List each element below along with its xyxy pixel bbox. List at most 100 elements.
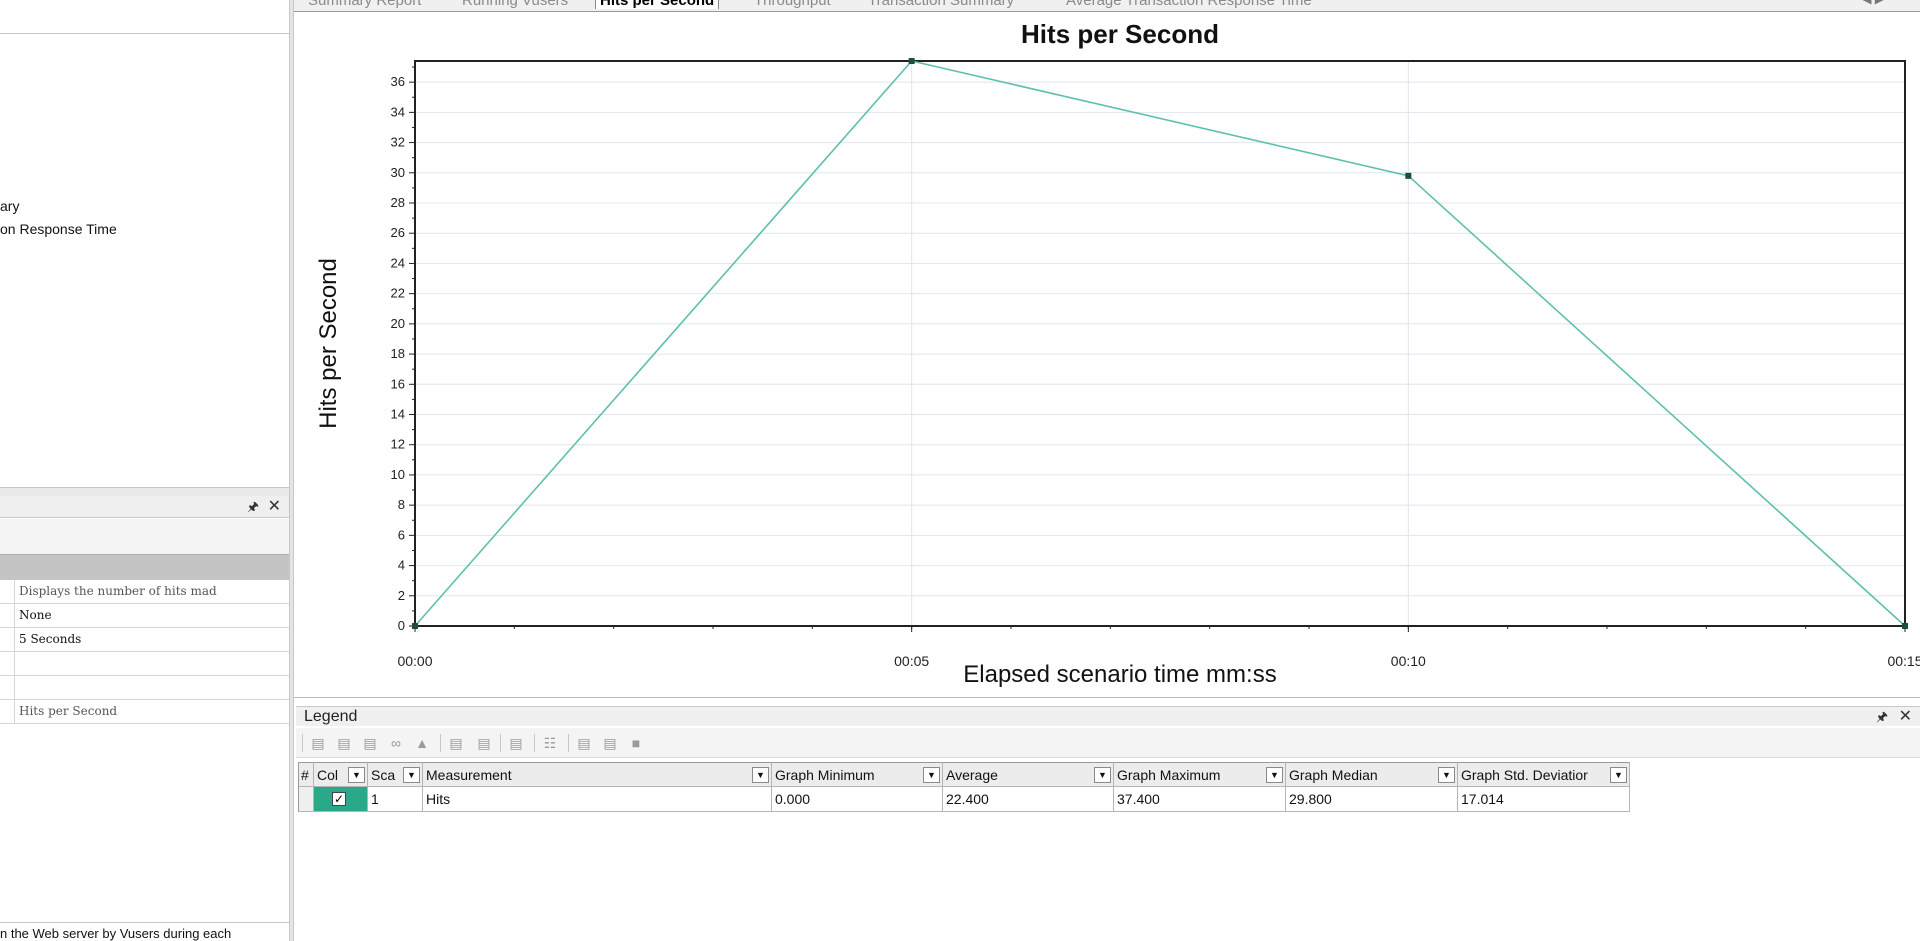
column-header-label: Graph Median bbox=[1289, 767, 1378, 783]
property-value: Hits per Second bbox=[19, 704, 118, 718]
property-row[interactable]: Displays the number of hits mad bbox=[0, 580, 289, 604]
toolbar-separator bbox=[568, 734, 569, 752]
y-axis-label: Hits per Second bbox=[315, 258, 342, 429]
tab-throughput[interactable]: Throughput bbox=[754, 0, 831, 9]
column-header-label: Graph Minimum bbox=[775, 767, 875, 783]
column-header-graph-minimum[interactable]: Graph Minimum ▼ bbox=[772, 762, 943, 787]
tab-average-transaction-response-time[interactable]: Average Transaction Response Time bbox=[1066, 0, 1312, 9]
row-graph-maximum-cell: 37.400 bbox=[1114, 787, 1286, 812]
row-average-cell: 22.400 bbox=[943, 787, 1114, 812]
configure-icon[interactable]: ▤ bbox=[446, 735, 466, 751]
property-row[interactable] bbox=[0, 676, 289, 700]
x-tick-label: 00:15 bbox=[1887, 653, 1920, 669]
row-index-cell bbox=[298, 787, 314, 812]
dropdown-arrow-icon[interactable]: ▼ bbox=[923, 767, 940, 783]
legend-title: Legend bbox=[304, 708, 358, 725]
y-tick-label: 30 bbox=[391, 165, 405, 180]
properties-category-band bbox=[0, 554, 289, 580]
property-row[interactable] bbox=[0, 652, 289, 676]
property-row[interactable]: Hits per Second bbox=[0, 700, 289, 724]
tab-running-vusers[interactable]: Running Vusers bbox=[462, 0, 568, 9]
web-page-breakdown-icon[interactable]: ■ bbox=[626, 735, 646, 751]
column-header-graph-maximum[interactable]: Graph Maximum ▼ bbox=[1114, 762, 1286, 787]
property-description: n the Web server by Vusers during each bbox=[0, 926, 232, 941]
row-graph-std-deviation-cell: 17.014 bbox=[1458, 787, 1630, 812]
column-header-color[interactable]: Col ▼ bbox=[314, 762, 368, 787]
hide-all-icon[interactable]: ▤ bbox=[334, 735, 354, 751]
data-point bbox=[1405, 172, 1412, 179]
column-header-average[interactable]: Average ▼ bbox=[943, 762, 1114, 787]
show-all-icon[interactable]: ▤ bbox=[308, 735, 328, 751]
graph-tabs: Summary Report Running Vusers Hits per S… bbox=[294, 0, 1920, 12]
y-tick-label: 12 bbox=[391, 437, 405, 452]
data-point bbox=[1902, 623, 1908, 629]
property-value: 5 Seconds bbox=[19, 632, 82, 646]
dropdown-arrow-icon[interactable]: ▼ bbox=[1438, 767, 1455, 783]
tab-summary-report[interactable]: Summary Report bbox=[308, 0, 421, 9]
correlate-icon[interactable]: ▤ bbox=[506, 735, 526, 751]
hits-per-second-chart: 02468101214161820222426283032343600:00 00… bbox=[315, 19, 1920, 688]
export-icon[interactable]: ▤ bbox=[474, 735, 494, 751]
column-header-measurement[interactable]: Measurement ▼ bbox=[423, 762, 772, 787]
property-row[interactable]: None bbox=[0, 604, 289, 628]
link-icon[interactable]: ∞ bbox=[386, 735, 406, 751]
tree-item-summary[interactable]: ary bbox=[0, 198, 19, 214]
dropdown-arrow-icon[interactable]: ▼ bbox=[1610, 767, 1627, 783]
row-scale-cell: 1 bbox=[368, 787, 423, 812]
column-header-graph-std-deviation[interactable]: Graph Std. Deviatior ▼ bbox=[1458, 762, 1630, 787]
session-explorer-panel: ary on Response Time 🖈 ✕ Displays the nu… bbox=[0, 0, 290, 941]
y-tick-label: 0 bbox=[398, 618, 405, 633]
column-header-graph-median[interactable]: Graph Median ▼ bbox=[1286, 762, 1458, 787]
tree-item-transaction-response-time[interactable]: on Response Time bbox=[0, 221, 117, 237]
toolbar-separator bbox=[534, 734, 535, 752]
y-tick-label: 14 bbox=[391, 407, 405, 422]
row-graph-minimum-cell: 0.000 bbox=[772, 787, 943, 812]
columns-icon[interactable]: ☷ bbox=[540, 735, 560, 751]
dropdown-arrow-icon[interactable]: ▼ bbox=[348, 767, 365, 783]
properties-grid: Displays the number of hits mad None 5 S… bbox=[0, 580, 289, 724]
y-tick-label: 36 bbox=[391, 74, 405, 89]
row-color-cell[interactable]: ✓ bbox=[314, 787, 368, 812]
y-tick-label: 34 bbox=[391, 104, 405, 119]
legend-header: Legend 🖈 ✕ bbox=[296, 706, 1920, 726]
dropdown-arrow-icon[interactable]: ▼ bbox=[1094, 767, 1111, 783]
pin-icon[interactable]: 🖈 bbox=[1876, 708, 1888, 730]
show-only-selected-icon[interactable]: ▤ bbox=[360, 735, 380, 751]
column-header-scale[interactable]: Sca ▼ bbox=[368, 762, 423, 787]
tab-hits-per-second[interactable]: Hits per Second bbox=[595, 0, 720, 9]
y-tick-label: 18 bbox=[391, 346, 405, 361]
x-tick-label: 00:05 bbox=[894, 653, 929, 669]
close-icon[interactable]: ✕ bbox=[1899, 706, 1912, 726]
x-tick-label: 00:10 bbox=[1391, 653, 1426, 669]
y-tick-label: 4 bbox=[398, 558, 405, 573]
close-icon[interactable]: ✕ bbox=[268, 496, 281, 516]
auto-correlate-icon[interactable]: ▤ bbox=[574, 735, 594, 751]
column-header-label: Graph Std. Deviatior bbox=[1461, 767, 1588, 783]
graph-area: 0 2 4 6 8 10 12 14 16 18 20 22 24 26 28 30 32 34 36 00:00 00… bbox=[294, 12, 1920, 698]
properties-toolbar bbox=[0, 519, 289, 554]
filter-icon[interactable]: ▲ bbox=[412, 735, 432, 751]
relative-time-icon[interactable]: ▤ bbox=[600, 735, 620, 751]
visibility-checkbox[interactable]: ✓ bbox=[332, 792, 346, 806]
data-point bbox=[412, 623, 418, 629]
column-header-index[interactable]: # bbox=[298, 762, 314, 787]
properties-header: 🖈 ✕ bbox=[0, 496, 289, 518]
toolbar-separator bbox=[440, 734, 441, 752]
y-tick-label: 32 bbox=[391, 135, 405, 150]
tab-transaction-summary[interactable]: Transaction Summary bbox=[868, 0, 1014, 9]
tab-scroll-icon[interactable]: ◀ ▶ bbox=[1862, 0, 1884, 6]
toolbar-separator bbox=[500, 734, 501, 752]
tree-top-border bbox=[0, 33, 289, 34]
x-axis-label: Elapsed scenario time mm:ss bbox=[963, 661, 1276, 688]
y-tick-label: 20 bbox=[391, 316, 405, 331]
property-row[interactable]: 5 Seconds bbox=[0, 628, 289, 652]
dropdown-arrow-icon[interactable]: ▼ bbox=[403, 767, 420, 783]
series-line bbox=[414, 60, 1906, 627]
column-header-label: Col bbox=[317, 767, 339, 783]
y-tick-label: 10 bbox=[391, 467, 405, 482]
dropdown-arrow-icon[interactable]: ▼ bbox=[752, 767, 769, 783]
pin-icon[interactable]: 🖈 bbox=[247, 498, 259, 520]
y-tick-label: 22 bbox=[391, 286, 405, 301]
toolbar-separator bbox=[302, 734, 303, 752]
dropdown-arrow-icon[interactable]: ▼ bbox=[1266, 767, 1283, 783]
